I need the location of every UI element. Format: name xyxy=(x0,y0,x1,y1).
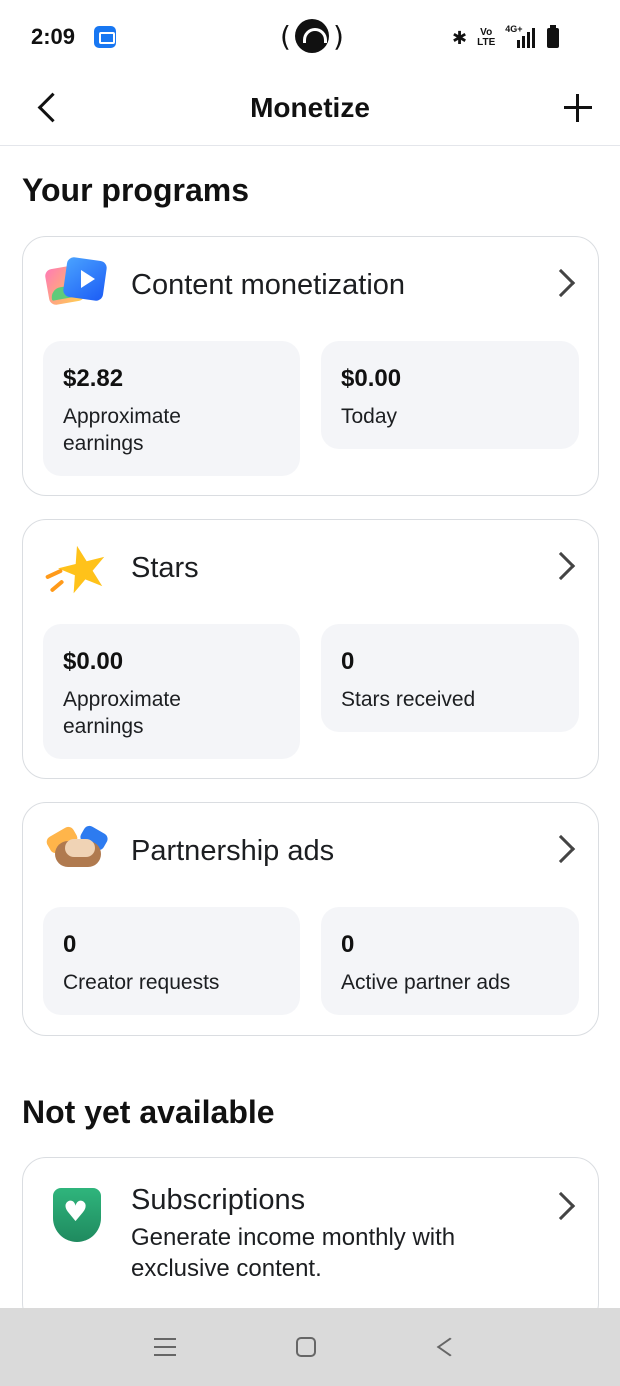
battery-icon xyxy=(547,25,560,48)
program-card-header[interactable]: ★ Stars xyxy=(23,520,598,616)
stat-label: Active partner ads xyxy=(341,971,511,994)
stat-label: Approximate earnings xyxy=(63,688,181,738)
volte-icon: Vo LTE xyxy=(477,28,495,48)
star-icon: ★ xyxy=(43,526,118,611)
status-bar: 2:09 ( ) ✱ Vo LTE 4G+ xyxy=(0,0,620,72)
stat-approximate-earnings: $0.00 Approximate earnings xyxy=(43,624,300,759)
program-title: Partnership ads xyxy=(131,835,335,867)
signal-icon: 4G+ xyxy=(505,24,537,50)
chevron-right-icon xyxy=(546,551,576,581)
page-title: Monetize xyxy=(250,92,370,123)
hand-light xyxy=(65,839,95,857)
chevron-right-icon xyxy=(546,1191,576,1221)
stat-value: $0.00 xyxy=(63,648,124,675)
home-square-icon[interactable] xyxy=(296,1337,316,1357)
bluetooth-icon: ✱ xyxy=(452,27,468,49)
signal-bar xyxy=(522,36,526,48)
menu-line xyxy=(154,1338,176,1340)
program-card-header[interactable]: Partnership ads xyxy=(23,803,598,899)
program-title: Subscriptions xyxy=(131,1184,306,1216)
menu-line xyxy=(154,1354,176,1356)
recents-menu-icon[interactable] xyxy=(154,1337,176,1357)
top-app-bar: Monetize xyxy=(0,72,620,146)
back-triangle-icon[interactable] xyxy=(438,1337,458,1357)
program-description: Generate income monthly with exclusive c… xyxy=(131,1224,456,1282)
program-title: Stars xyxy=(131,552,199,584)
program-card-content-monetization[interactable]: Content monetization $2.82 Approximate e… xyxy=(22,236,599,496)
program-card-subscriptions[interactable]: ♥ Subscriptions Generate income monthly … xyxy=(22,1157,599,1327)
stat-stars-received: 0 Stars received xyxy=(321,624,579,732)
stat-active-partner-ads: 0 Active partner ads xyxy=(321,907,579,1015)
stat-value: $2.82 xyxy=(63,365,124,392)
system-navigation-bar xyxy=(0,1308,620,1386)
hotspot-indicator: ( ) xyxy=(280,18,344,54)
network-type: 4G+ xyxy=(505,24,523,34)
add-plus-icon[interactable] xyxy=(560,90,596,126)
signal-bar xyxy=(517,40,521,48)
heart-icon: ♥ xyxy=(63,1195,89,1228)
handshake-icon xyxy=(43,821,110,881)
hotspot-bracket-left: ( xyxy=(280,19,291,53)
chevron-right-icon xyxy=(546,834,576,864)
hotspot-icon xyxy=(294,19,329,53)
stat-approximate-earnings: $2.82 Approximate earnings xyxy=(43,341,300,476)
stat-label: Approximate earnings xyxy=(63,405,181,455)
stat-label: Creator requests xyxy=(63,971,220,994)
stat-value: 0 xyxy=(341,648,355,675)
stat-value: 0 xyxy=(63,931,77,958)
menu-line xyxy=(154,1346,176,1348)
section-title-not-available: Not yet available xyxy=(22,1094,275,1130)
signal-bar xyxy=(527,32,531,48)
notification-app-icon xyxy=(94,26,116,48)
program-card-partnership-ads[interactable]: Partnership ads 0 Creator requests 0 Act… xyxy=(22,802,599,1036)
stat-value: 0 xyxy=(341,931,355,958)
subscriptions-shield-icon: ♥ xyxy=(43,1178,109,1242)
stat-label: Today xyxy=(341,405,398,428)
chevron-right-icon xyxy=(546,268,576,298)
stat-creator-requests: 0 Creator requests xyxy=(43,907,300,1015)
status-icons: ✱ Vo LTE 4G+ xyxy=(452,24,560,51)
volte-bottom: LTE xyxy=(477,37,496,48)
stat-today: $0.00 Today xyxy=(321,341,579,449)
program-card-stars[interactable]: ★ Stars $0.00 Approximate earnings 0 Sta… xyxy=(22,519,599,779)
play-icon xyxy=(81,270,95,288)
program-card-header[interactable]: Content monetization xyxy=(23,237,598,333)
stat-label: Stars received xyxy=(341,688,476,711)
hotspot-bracket-right: ) xyxy=(332,19,344,53)
stat-value: $0.00 xyxy=(341,365,402,392)
status-time: 2:09 xyxy=(31,24,76,49)
content-monetization-icon xyxy=(43,255,109,315)
program-title: Content monetization xyxy=(131,269,406,301)
signal-bar xyxy=(532,28,536,48)
section-title-programs: Your programs xyxy=(22,172,249,208)
